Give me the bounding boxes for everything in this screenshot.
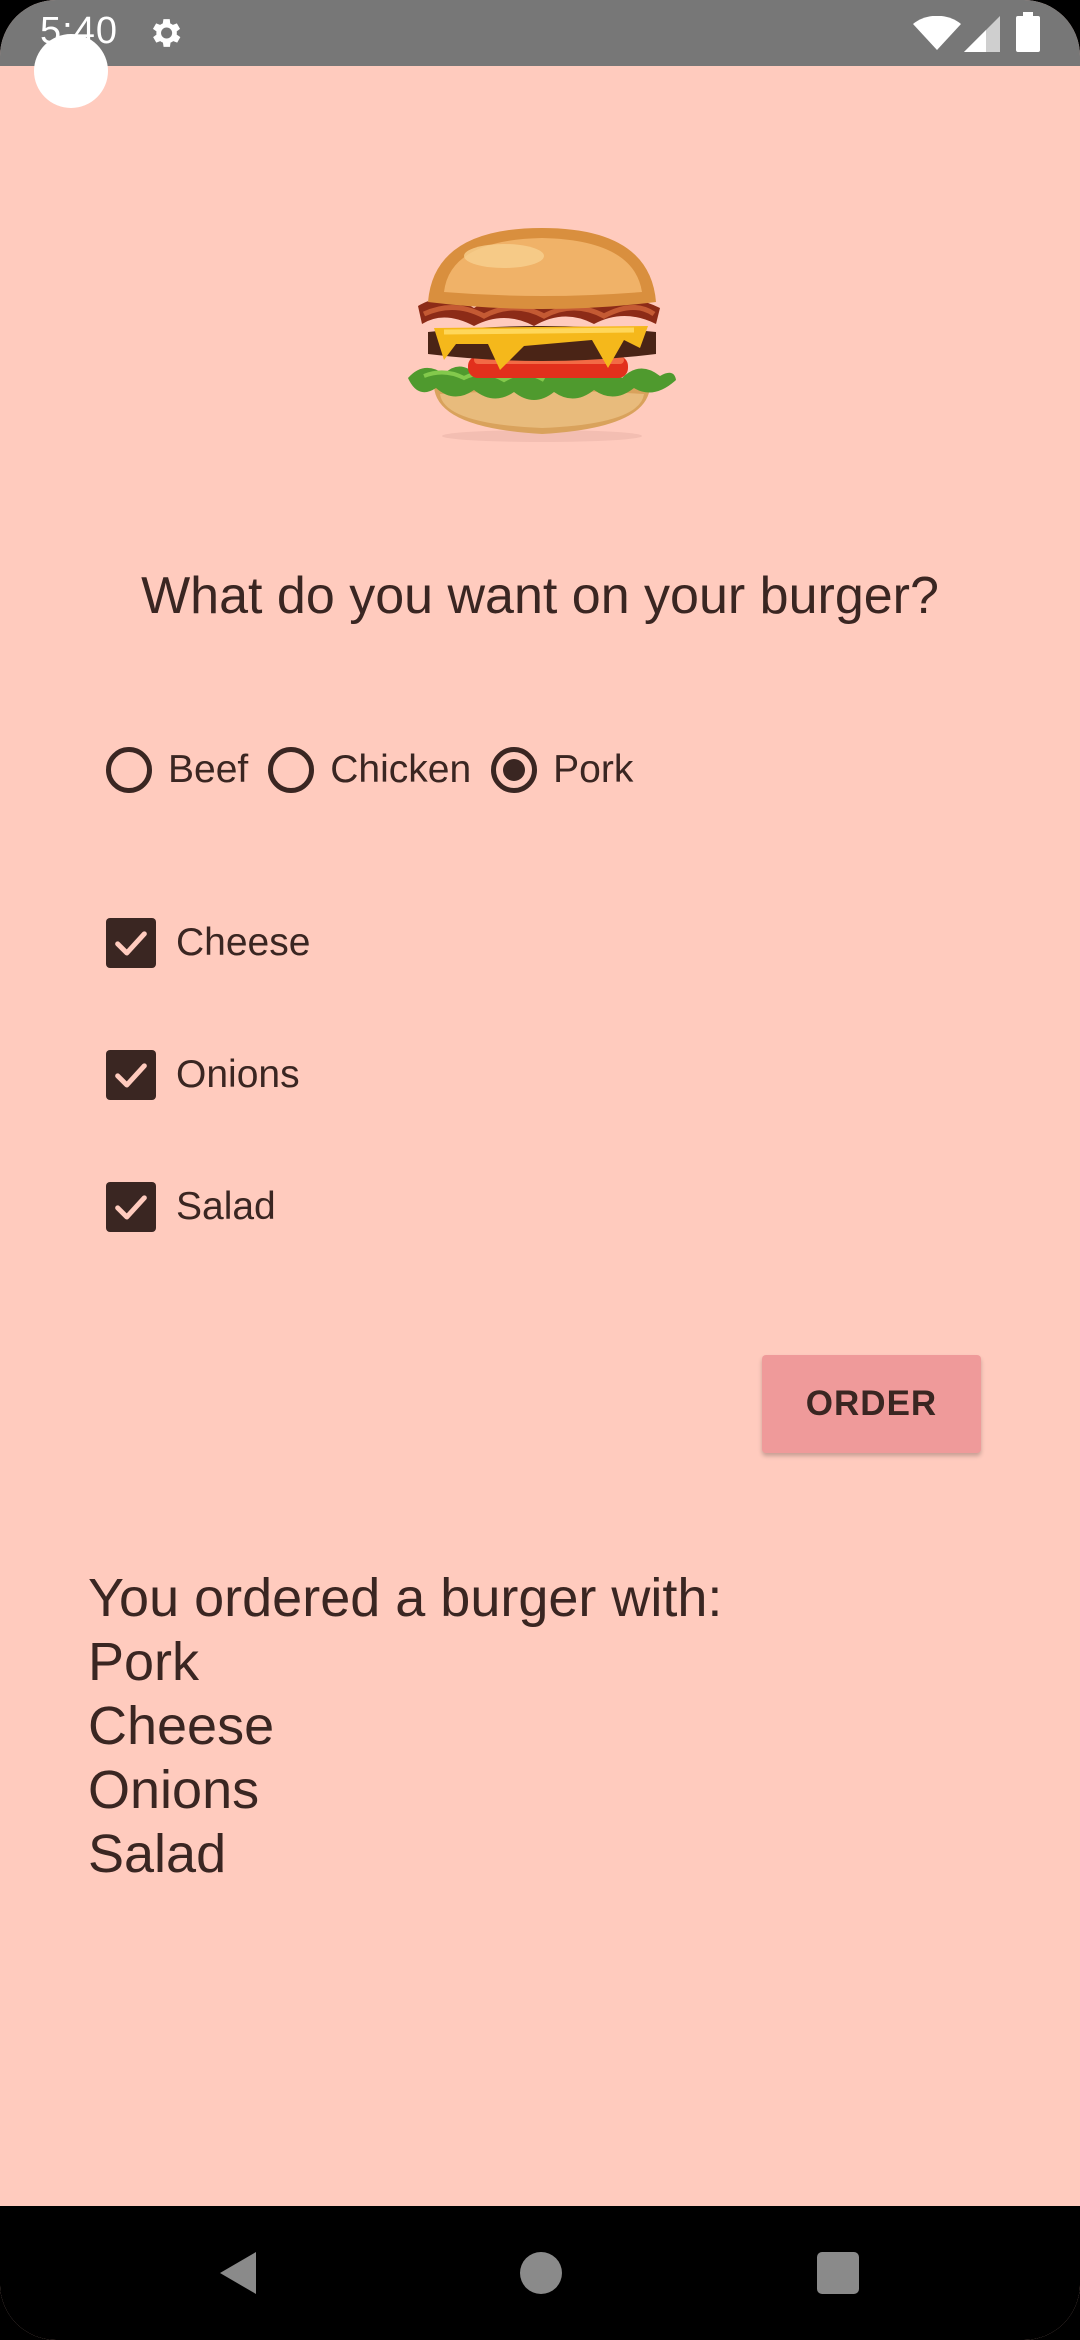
checkmark-icon xyxy=(115,931,147,956)
burger-image xyxy=(408,228,676,442)
checkbox-cheese[interactable]: Cheese xyxy=(106,915,310,971)
checkbox-onions[interactable]: Onions xyxy=(106,1047,300,1103)
checkbox-label-cheese: Cheese xyxy=(176,921,311,964)
checkmark-icon xyxy=(115,1063,147,1088)
checkmark-icon xyxy=(115,1195,147,1220)
order-button[interactable]: ORDER xyxy=(762,1355,981,1453)
page-title: What do you want on your burger? xyxy=(141,567,939,625)
summary-item: Cheese xyxy=(88,1696,275,1756)
checkbox-label-salad: Salad xyxy=(176,1185,276,1228)
recents-icon[interactable] xyxy=(817,2252,859,2294)
signal-icon xyxy=(964,16,1000,52)
wifi-icon xyxy=(913,16,961,50)
radio-chicken[interactable]: Chicken xyxy=(266,747,471,793)
camera-cutout xyxy=(34,34,108,108)
meat-radio-group: Beef Chicken Pork xyxy=(104,740,651,800)
checkbox-checked[interactable] xyxy=(106,1182,156,1232)
checkbox-checked[interactable] xyxy=(106,1050,156,1100)
status-bar: 5:40 xyxy=(0,0,1080,66)
gear-icon xyxy=(152,19,181,47)
radio-label-beef: Beef xyxy=(168,748,249,791)
summary-item: Salad xyxy=(88,1824,227,1884)
radio-button-unselected[interactable] xyxy=(106,747,152,793)
checkbox-label-onions: Onions xyxy=(176,1053,300,1096)
radio-button-unselected[interactable] xyxy=(268,747,315,793)
radio-beef[interactable]: Beef xyxy=(104,747,248,793)
radio-selected-dot xyxy=(503,759,526,781)
summary-item: Onions xyxy=(88,1760,260,1820)
navigation-bar xyxy=(0,2206,1080,2340)
home-icon[interactable] xyxy=(520,2252,562,2294)
order-summary: You ordered a burger with: Pork Cheese O… xyxy=(88,1566,722,1886)
radio-button-selected[interactable] xyxy=(491,747,538,793)
radio-label-chicken: Chicken xyxy=(330,748,472,791)
app-screen: 5:40 What do you want on your burger? Be… xyxy=(0,0,1080,2340)
battery-icon xyxy=(1016,12,1040,52)
radio-pork[interactable]: Pork xyxy=(489,747,633,793)
summary-intro: You ordered a burger with: xyxy=(88,1568,723,1628)
checkbox-salad[interactable]: Salad xyxy=(106,1179,276,1235)
back-icon[interactable] xyxy=(216,2250,262,2296)
checkbox-checked[interactable] xyxy=(106,918,156,968)
radio-label-pork: Pork xyxy=(553,748,634,791)
summary-item: Pork xyxy=(88,1632,200,1692)
